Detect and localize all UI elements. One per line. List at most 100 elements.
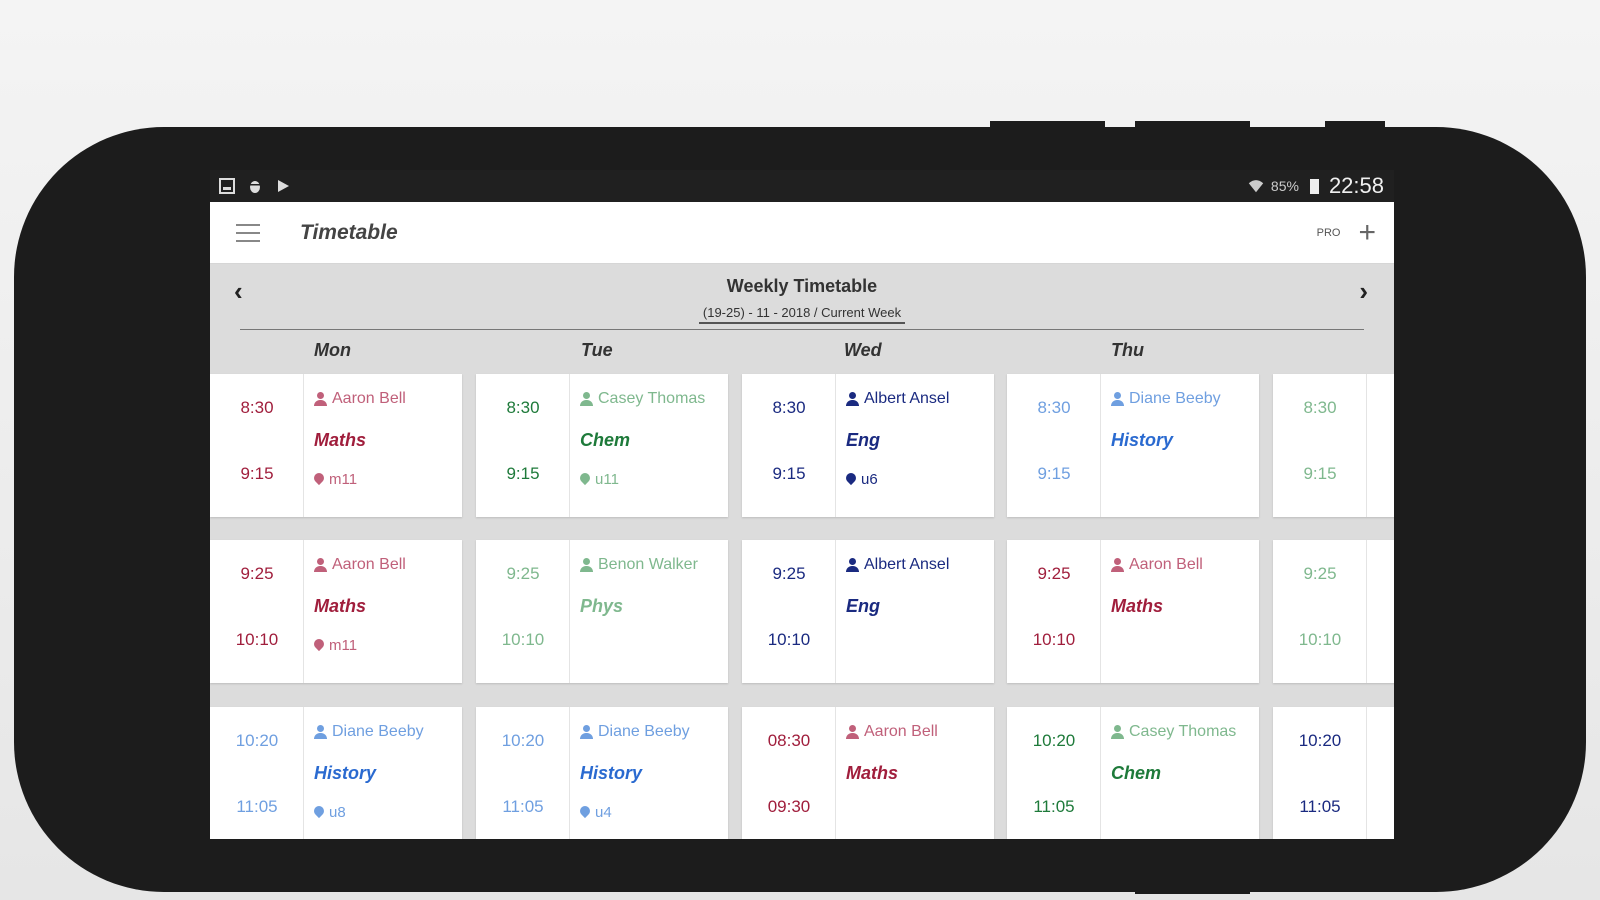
lesson-card[interactable]: 9:25 10:10 Aaron Bell Maths m11 <box>210 540 462 683</box>
lesson-subject: Maths <box>314 430 367 450</box>
teacher-name: Diane Beeby <box>1129 390 1221 407</box>
lesson-start-time: 10:20 <box>501 731 545 750</box>
person-icon <box>580 558 593 572</box>
lesson-card[interactable]: 8:30 9:15 <box>1273 374 1394 517</box>
hamburger-menu-icon[interactable] <box>236 223 260 242</box>
person-icon <box>314 558 327 572</box>
week-title: Weekly Timetable <box>726 276 878 296</box>
lesson-start-time: 10:20 <box>1298 731 1342 750</box>
room-name: m11 <box>329 471 358 488</box>
lesson-times: 9:25 10:10 <box>742 540 836 683</box>
lesson-times: 9:25 10:10 <box>476 540 570 683</box>
lesson-room: u8 <box>314 804 458 821</box>
lesson-start-time: 9:25 <box>1037 564 1071 583</box>
person-icon <box>846 392 859 406</box>
app-bar: Timetable PRO + <box>210 202 1394 264</box>
lesson-start-time: 8:30 <box>1037 398 1071 417</box>
teacher-name: Aaron Bell <box>864 723 938 740</box>
lesson-card[interactable]: 08:30 09:30 Aaron Bell Maths <box>742 707 994 839</box>
lesson-start-time: 8:30 <box>240 398 274 417</box>
lesson-times: 10:20 11:05 <box>1273 707 1367 839</box>
lesson-teacher: Casey Thomas <box>1111 723 1255 741</box>
lesson-times: 10:20 11:05 <box>210 707 304 839</box>
clock: 22:58 <box>1328 173 1384 198</box>
teacher-name: Albert Ansel <box>864 556 950 573</box>
lesson-subject: Eng <box>846 596 880 616</box>
lesson-card[interactable]: 8:30 9:15 Diane Beeby History <box>1007 374 1259 517</box>
teacher-name: Albert Ansel <box>864 390 950 407</box>
lesson-card[interactable]: 10:20 11:05 Diane Beeby History u4 <box>476 707 728 839</box>
lesson-subject: Chem <box>580 430 631 450</box>
lesson-info: Aaron Bell Maths <box>846 723 990 784</box>
lesson-end-time: 10:10 <box>767 630 811 649</box>
person-icon <box>846 558 859 572</box>
lesson-card[interactable]: 10:20 11:05 <box>1273 707 1394 839</box>
timetable-row: 9:25 10:10 Aaron Bell Maths m11 9:25 10:10 Beno… <box>210 540 1394 683</box>
lesson-end-time: 11:05 <box>1033 797 1075 816</box>
phone-side-button <box>990 121 1105 131</box>
lesson-teacher: Aaron Bell <box>1111 556 1255 574</box>
lesson-card[interactable]: 8:30 9:15 Casey Thomas Chem u11 <box>476 374 728 517</box>
lesson-times: 9:25 10:10 <box>210 540 304 683</box>
timetable-row: 8:30 9:15 Aaron Bell Maths m11 8:30 9:15 Casey … <box>210 374 1394 517</box>
room-name: u11 <box>595 471 619 488</box>
lesson-info: Benon Walker Phys <box>580 556 724 617</box>
phone-side-button <box>1135 121 1250 131</box>
lesson-end-time: 9:15 <box>1303 464 1337 483</box>
lesson-card[interactable]: 10:20 11:05 Casey Thomas Chem <box>1007 707 1259 839</box>
lesson-card[interactable]: 9:25 10:10 Benon Walker Phys <box>476 540 728 683</box>
lesson-teacher: Diane Beeby <box>580 723 724 741</box>
week-header: ‹ Weekly Timetable (19-25) - 11 - 2018 /… <box>210 264 1394 330</box>
day-label-mon: Mon <box>314 340 351 360</box>
lesson-end-time: 10:10 <box>1032 630 1076 649</box>
lesson-subject: History <box>1111 430 1174 450</box>
lesson-start-time: 9:25 <box>240 564 274 583</box>
add-icon[interactable]: + <box>1358 217 1376 248</box>
person-icon <box>1111 392 1124 406</box>
lesson-end-time: 11:05 <box>236 797 278 816</box>
lesson-card[interactable]: 8:30 9:15 Aaron Bell Maths m11 <box>210 374 462 517</box>
next-week-button[interactable]: › <box>1359 276 1368 307</box>
lesson-end-time: 9:15 <box>1037 464 1071 483</box>
room-name: u8 <box>329 804 346 821</box>
day-label-tue: Tue <box>581 340 613 360</box>
lesson-info: Aaron Bell Maths m11 <box>314 556 458 654</box>
page-title: Timetable <box>300 220 398 244</box>
lesson-card[interactable]: 9:25 10:10 Albert Ansel Eng <box>742 540 994 683</box>
day-label-wed: Wed <box>844 340 882 360</box>
lesson-end-time: 9:15 <box>506 464 540 483</box>
app-screen: 85% 22:58 Timetable PRO + ‹ Weekly Timet… <box>210 170 1394 839</box>
lesson-info: Albert Ansel Eng u6 <box>846 390 990 488</box>
teacher-name: Diane Beeby <box>332 723 424 740</box>
lesson-card[interactable]: 9:25 10:10 <box>1273 540 1394 683</box>
lesson-subject: Maths <box>314 596 367 616</box>
lesson-times: 08:30 09:30 <box>742 707 836 839</box>
location-pin-icon <box>846 473 856 487</box>
teacher-name: Aaron Bell <box>332 390 406 407</box>
lesson-info: Diane Beeby History <box>1111 390 1255 451</box>
pro-badge[interactable]: PRO <box>1317 227 1341 239</box>
week-range[interactable]: (19-25) - 11 - 2018 / Current Week <box>698 305 906 324</box>
lesson-times: 8:30 9:15 <box>210 374 304 517</box>
lesson-times: 8:30 9:15 <box>1007 374 1101 517</box>
lesson-subject: History <box>580 763 643 783</box>
lesson-subject: Eng <box>846 430 880 450</box>
lesson-end-time: 9:15 <box>772 464 806 483</box>
room-name: u4 <box>595 804 612 821</box>
lesson-times: 10:20 11:05 <box>1007 707 1101 839</box>
lesson-teacher: Albert Ansel <box>846 390 990 408</box>
battery-percentage: 85% <box>1270 178 1299 194</box>
previous-week-button[interactable]: ‹ <box>234 276 243 307</box>
lesson-room: u6 <box>846 471 990 488</box>
lesson-end-time: 10:10 <box>235 630 279 649</box>
teacher-name: Diane Beeby <box>598 723 690 740</box>
lesson-card[interactable]: 8:30 9:15 Albert Ansel Eng u6 <box>742 374 994 517</box>
location-pin-icon <box>580 473 590 487</box>
lesson-card[interactable]: 10:20 11:05 Diane Beeby History u8 <box>210 707 462 839</box>
lesson-info: Casey Thomas Chem u11 <box>580 390 724 488</box>
lesson-end-time: 09:30 <box>767 797 811 816</box>
lesson-start-time: 9:25 <box>506 564 540 583</box>
location-pin-icon <box>314 473 324 487</box>
lesson-info: Diane Beeby History u4 <box>580 723 724 821</box>
lesson-card[interactable]: 9:25 10:10 Aaron Bell Maths <box>1007 540 1259 683</box>
